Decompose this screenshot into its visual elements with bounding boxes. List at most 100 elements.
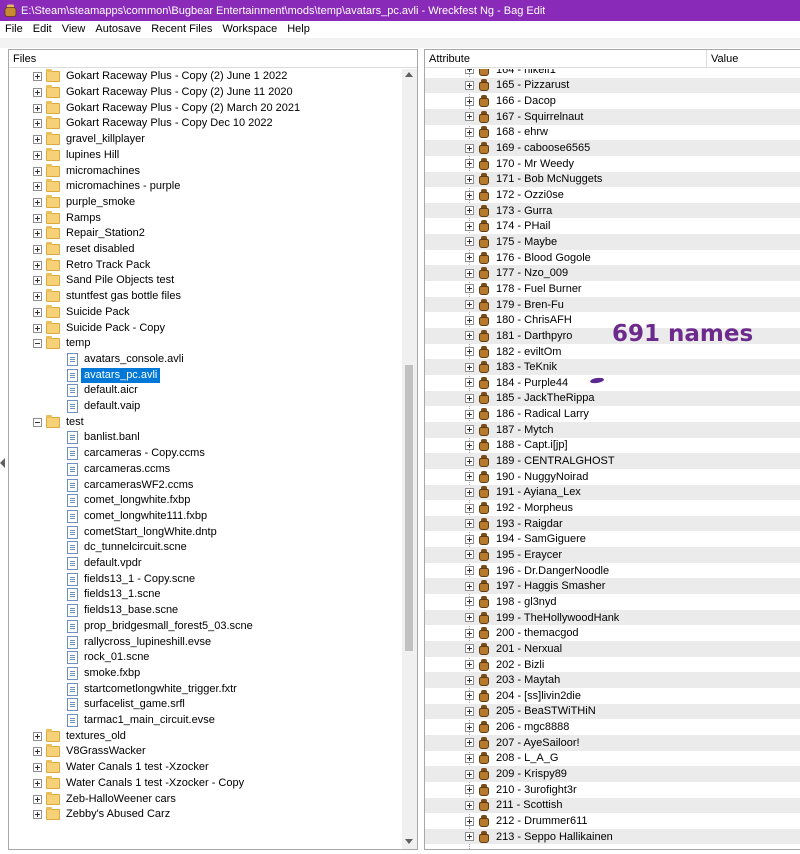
attribute-row[interactable]: 169 - caboose6565 (425, 140, 800, 156)
attribute-row[interactable]: 205 - BeaSTWiTHiN (425, 703, 800, 720)
tree-folder-row[interactable]: Gokart Raceway Plus - Copy (2) March 20 … (9, 100, 402, 116)
collapse-minus-icon[interactable] (33, 339, 42, 349)
expand-plus-icon[interactable] (465, 706, 474, 716)
expand-plus-icon[interactable] (465, 362, 474, 372)
attribute-row[interactable]: 200 - themacgod (425, 625, 800, 641)
attribute-row[interactable]: 172 - Ozzi0se (425, 187, 800, 203)
tree-folder-row[interactable]: Zeb-HalloWeener cars (9, 791, 402, 807)
tree-file-row[interactable]: default.vaip (9, 399, 402, 415)
attribute-row[interactable]: 208 - L_A_G (425, 751, 800, 767)
expand-plus-icon[interactable] (465, 519, 474, 529)
expand-plus-icon[interactable] (33, 763, 42, 773)
expand-plus-icon[interactable] (465, 769, 474, 779)
attribute-row[interactable]: 204 - [ss]livin2die (425, 688, 800, 704)
tree-file-row[interactable]: rock_01.scne (9, 650, 402, 666)
tree-file-row[interactable]: rallycross_lupineshill.evse (9, 634, 402, 650)
expand-plus-icon[interactable] (465, 613, 474, 623)
attribute-row[interactable]: 178 - Fuel Burner (425, 281, 800, 297)
expand-plus-icon[interactable] (33, 119, 42, 129)
expand-plus-icon[interactable] (33, 103, 42, 113)
expand-plus-icon[interactable] (33, 150, 42, 160)
expand-plus-icon[interactable] (465, 143, 474, 153)
expand-plus-icon[interactable] (465, 69, 474, 75)
expand-plus-icon[interactable] (465, 237, 474, 247)
expand-plus-icon[interactable] (33, 166, 42, 176)
files-scrollbar[interactable] (402, 69, 417, 849)
tree-folder-row[interactable]: Suicide Pack - Copy (9, 320, 402, 336)
tree-folder-row[interactable]: temp (9, 336, 402, 352)
expand-plus-icon[interactable] (465, 112, 474, 122)
menu-help[interactable]: Help (282, 21, 315, 38)
expand-plus-icon[interactable] (465, 644, 474, 654)
menu-autosave[interactable]: Autosave (90, 21, 146, 38)
tree-file-row[interactable]: default.aicr (9, 383, 402, 399)
tree-folder-row[interactable]: V8GrassWacker (9, 744, 402, 760)
tree-folder-row[interactable]: purple_smoke (9, 194, 402, 211)
tree-file-row[interactable]: startcometlongwhite_trigger.fxtr (9, 681, 402, 697)
expand-plus-icon[interactable] (465, 550, 474, 560)
attribute-row[interactable]: 183 - TeKnik (425, 359, 800, 375)
expand-plus-icon[interactable] (33, 810, 42, 820)
expand-plus-icon[interactable] (465, 722, 474, 732)
tree-file-row[interactable]: cometStart_longWhite.dntp (9, 524, 402, 540)
column-attribute[interactable]: Attribute (425, 50, 707, 67)
attribute-row[interactable]: 179 - Bren-Fu (425, 296, 800, 313)
attribute-row[interactable]: 167 - Squirrelnaut (425, 108, 800, 125)
attribute-row[interactable]: 186 - Radical Larry (425, 406, 800, 422)
expand-plus-icon[interactable] (465, 315, 474, 325)
expand-plus-icon[interactable] (465, 221, 474, 231)
menu-view[interactable]: View (57, 21, 91, 38)
attribute-row[interactable]: 210 - 3urofight3r (425, 782, 800, 798)
expand-plus-icon[interactable] (465, 628, 474, 638)
tree-folder-row[interactable]: Zebby's Abused Carz (9, 807, 402, 823)
tree-folder-row[interactable]: test (9, 414, 402, 430)
expand-plus-icon[interactable] (465, 456, 474, 466)
tree-folder-row[interactable]: reset disabled (9, 242, 402, 258)
expand-plus-icon[interactable] (465, 503, 474, 513)
tree-file-row[interactable]: prop_bridgesmall_forest5_03.scne (9, 619, 402, 635)
attribute-row[interactable]: 174 - PHail (425, 219, 800, 235)
tree-file-row[interactable]: smoke.fxbp (9, 666, 402, 682)
expand-plus-icon[interactable] (465, 331, 474, 341)
attribute-row[interactable]: 203 - Maytah (425, 672, 800, 688)
expand-plus-icon[interactable] (33, 182, 42, 192)
attribute-row[interactable]: 212 - Drummer611 (425, 813, 800, 829)
expand-plus-icon[interactable] (465, 816, 474, 826)
attribute-row[interactable]: 165 - Pizzarust (425, 77, 800, 94)
expand-plus-icon[interactable] (33, 778, 42, 788)
expand-plus-icon[interactable] (465, 753, 474, 763)
expand-plus-icon[interactable] (465, 253, 474, 263)
expand-plus-icon[interactable] (33, 72, 42, 82)
tree-folder-row[interactable]: gravel_killplayer (9, 132, 402, 148)
expand-plus-icon[interactable] (465, 190, 474, 200)
expand-plus-icon[interactable] (465, 675, 474, 685)
tree-file-row[interactable]: carcamerasWF2.ccms (9, 477, 402, 493)
expand-plus-icon[interactable] (465, 597, 474, 607)
attribute-row[interactable]: 202 - Bizli (425, 657, 800, 673)
expand-plus-icon[interactable] (33, 307, 42, 317)
tree-file-row[interactable]: carcameras.ccms (9, 462, 402, 478)
expand-plus-icon[interactable] (465, 440, 474, 450)
expand-plus-icon[interactable] (33, 292, 42, 302)
tree-folder-row[interactable]: Gokart Raceway Plus - Copy Dec 10 2022 (9, 116, 402, 132)
tree-folder-row[interactable]: Water Canals 1 test -Xzocker (9, 760, 402, 776)
expand-plus-icon[interactable] (465, 127, 474, 137)
expand-plus-icon[interactable] (465, 738, 474, 748)
tree-folder-row[interactable]: Suicide Pack (9, 304, 402, 321)
attribute-row[interactable]: 198 - gl3nyd (425, 594, 800, 610)
expand-plus-icon[interactable] (465, 300, 474, 310)
tree-file-row[interactable]: fields13_base.scne (9, 603, 402, 619)
expand-plus-icon[interactable] (465, 284, 474, 294)
scroll-down-arrow-icon[interactable] (405, 839, 413, 844)
expand-plus-icon[interactable] (33, 747, 42, 757)
menu-file[interactable]: File (0, 21, 28, 38)
tree-folder-row[interactable]: lupines Hill (9, 147, 402, 164)
tree-file-row[interactable]: comet_longwhite.fxbp (9, 493, 402, 509)
tree-folder-row[interactable]: Gokart Raceway Plus - Copy (2) June 1 20… (9, 69, 402, 85)
tree-file-row[interactable]: banlist.banl (9, 430, 402, 446)
tree-folder-row[interactable]: stuntfest gas bottle files (9, 289, 402, 305)
attribute-row[interactable]: 170 - Mr Weedy (425, 156, 800, 172)
attribute-row[interactable]: 209 - Krispy89 (425, 766, 800, 782)
expand-plus-icon[interactable] (465, 409, 474, 419)
expand-plus-icon[interactable] (33, 135, 42, 145)
